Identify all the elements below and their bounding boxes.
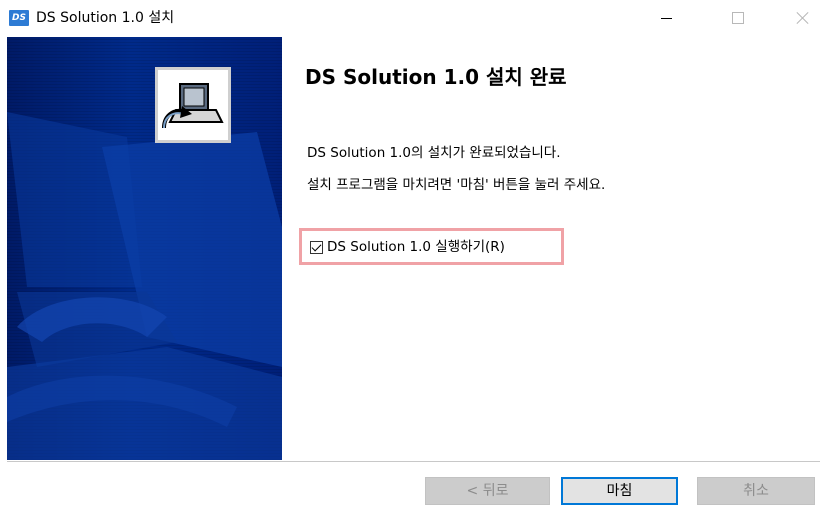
side-banner-image: [7, 37, 282, 460]
footer-divider: [7, 461, 820, 462]
installer-window: DS DS Solution 1.0 설치 DS Solution 1.0 설치…: [0, 0, 827, 518]
close-button: [779, 0, 827, 36]
maximize-icon: [732, 12, 744, 24]
page-title: DS Solution 1.0 설치 완료: [305, 65, 567, 89]
maximize-button: [715, 0, 761, 36]
checkbox-box[interactable]: [310, 240, 323, 254]
run-after-install-checkbox[interactable]: DS Solution 1.0 실행하기(R): [310, 237, 505, 257]
finish-button[interactable]: 마침: [561, 477, 678, 505]
title-bar[interactable]: DS DS Solution 1.0 설치: [0, 0, 827, 36]
completion-message: DS Solution 1.0의 설치가 완료되었습니다.: [307, 145, 561, 161]
banner-computer-silhouette: [7, 112, 282, 460]
minimize-button[interactable]: [643, 0, 689, 36]
checkmark-icon: [311, 241, 322, 251]
installer-computer-icon: [155, 67, 231, 143]
installer-computer-graphic: [162, 83, 224, 129]
close-icon: [797, 12, 809, 24]
instruction-message: 설치 프로그램을 마치려면 '마침' 버튼을 눌러 주세요.: [307, 177, 606, 193]
minimize-icon: [660, 17, 672, 19]
back-button: < 뒤로: [425, 477, 550, 505]
run-checkbox-label[interactable]: DS Solution 1.0 실행하기(R): [327, 237, 505, 257]
cancel-button: 취소: [697, 477, 815, 505]
window-title: DS Solution 1.0 설치: [36, 10, 175, 26]
app-logo-icon: DS: [9, 10, 29, 26]
